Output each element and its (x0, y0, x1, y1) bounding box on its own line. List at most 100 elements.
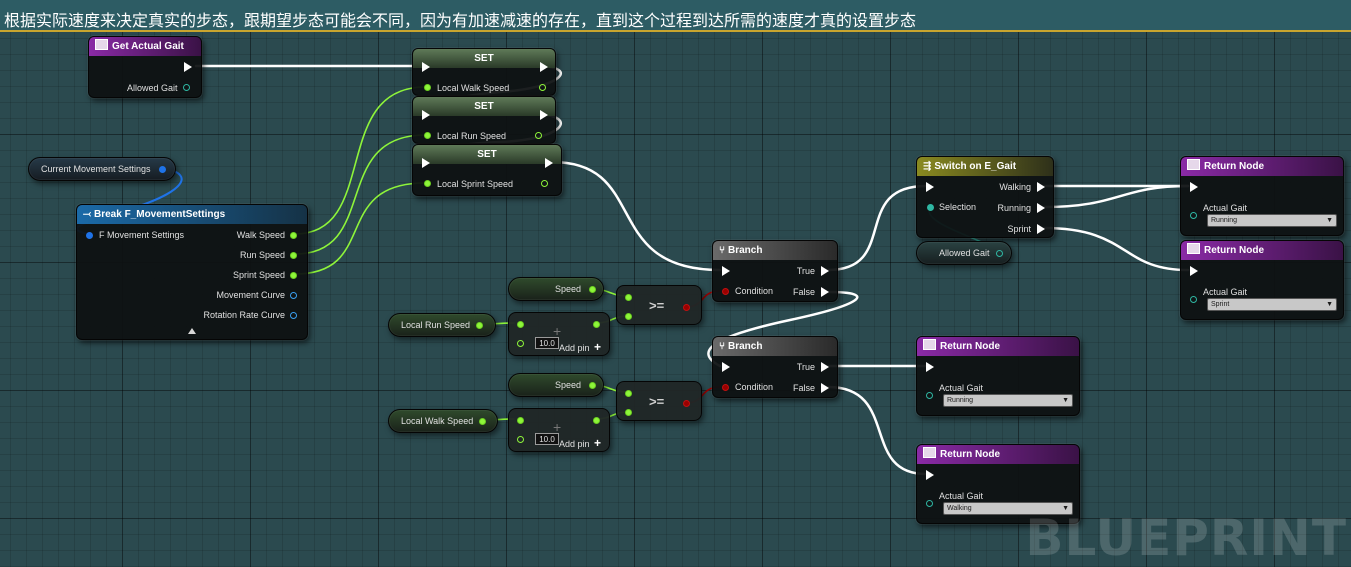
add-pin-plus-icon[interactable]: + (594, 340, 601, 354)
return-node-1[interactable]: Return Node Actual Gait Running ▼ (1180, 156, 1344, 236)
actual-gait-pin[interactable] (926, 392, 933, 399)
add-node-2[interactable]: 10.0 + Add pin + (508, 408, 610, 452)
add-pin-label[interactable]: Add pin (559, 343, 590, 353)
add-a-pin[interactable] (517, 417, 524, 424)
run-speed-pin[interactable] (290, 252, 297, 259)
set-run-speed-node[interactable]: SET Local Run Speed (412, 96, 556, 144)
sprint-label: Sprint (1007, 224, 1031, 234)
speed-variable-1[interactable]: Speed (508, 277, 604, 301)
function-icon (95, 39, 108, 50)
exec-in-pin[interactable] (1190, 266, 1198, 276)
compare-a-pin[interactable] (625, 294, 632, 301)
running-exec-pin[interactable] (1037, 203, 1045, 213)
exec-in-pin[interactable] (422, 158, 430, 168)
current-movement-settings-variable[interactable]: Current Movement Settings (28, 157, 176, 181)
current-movement-settings-pin[interactable] (159, 166, 166, 173)
f-movement-settings-in-pin[interactable] (86, 232, 93, 239)
speed-variable-2[interactable]: Speed (508, 373, 604, 397)
condition-label: Condition (735, 382, 774, 392)
add-pin-plus-icon[interactable]: + (594, 436, 601, 450)
local-walk-speed-in-pin[interactable] (424, 84, 431, 91)
rotation-rate-curve-pin[interactable] (290, 312, 297, 319)
add-a-pin[interactable] (517, 321, 524, 328)
exec-in-pin[interactable] (926, 362, 934, 372)
local-run-speed-out-pin[interactable] (535, 132, 542, 139)
local-sprint-speed-out-pin[interactable] (541, 180, 548, 187)
compare-a-pin[interactable] (625, 390, 632, 397)
local-run-speed-variable[interactable]: Local Run Speed (388, 313, 496, 337)
set-sprint-speed-node[interactable]: SET Local Sprint Speed (412, 144, 562, 196)
exec-in-pin[interactable] (422, 62, 430, 72)
compare-b-pin[interactable] (625, 313, 632, 320)
exec-out-pin[interactable] (540, 110, 548, 120)
rotation-rate-curve-label: Rotation Rate Curve (203, 310, 285, 320)
actual-gait-pin[interactable] (926, 500, 933, 507)
local-walk-speed-variable[interactable]: Local Walk Speed (388, 409, 498, 433)
condition-pin[interactable] (722, 288, 729, 295)
break-movement-settings-node[interactable]: ⤙ Break F_MovementSettings F Movement Set… (76, 204, 308, 340)
sprint-speed-label: Sprint Speed (232, 270, 285, 280)
exec-out-pin[interactable] (184, 62, 192, 72)
actual-gait-dropdown[interactable]: Sprint ▼ (1207, 298, 1337, 311)
speed-pin[interactable] (589, 286, 596, 293)
collapse-arrow-icon[interactable] (188, 328, 196, 334)
allowed-gait-variable[interactable]: Allowed Gait (916, 241, 1012, 265)
exec-in-pin[interactable] (926, 182, 934, 192)
set-walk-speed-node[interactable]: SET Local Walk Speed (412, 48, 556, 96)
compare-result-pin[interactable] (683, 400, 690, 407)
false-exec-pin[interactable] (821, 287, 829, 297)
add-b-pin[interactable] (517, 436, 524, 443)
false-exec-pin[interactable] (821, 383, 829, 393)
switch-on-gait-node[interactable]: ⇶ Switch on E_Gait Selection Walking Runn… (916, 156, 1054, 238)
sprint-exec-pin[interactable] (1037, 224, 1045, 234)
dropdown-value: Walking (947, 505, 972, 512)
exec-out-pin[interactable] (540, 62, 548, 72)
greater-equal-node-2[interactable]: >= (616, 381, 702, 421)
set-header: SET (413, 49, 555, 68)
allowed-gait-var-pin[interactable] (996, 250, 1003, 257)
return-header: Return Node (1181, 157, 1343, 176)
true-exec-pin[interactable] (821, 362, 829, 372)
local-run-speed-var-pin[interactable] (476, 322, 483, 329)
walking-exec-pin[interactable] (1037, 182, 1045, 192)
local-walk-speed-out-pin[interactable] (539, 84, 546, 91)
add-result-pin[interactable] (593, 417, 600, 424)
exec-out-pin[interactable] (545, 158, 553, 168)
greater-equal-node-1[interactable]: >= (616, 285, 702, 325)
true-exec-pin[interactable] (821, 266, 829, 276)
exec-in-pin[interactable] (722, 266, 730, 276)
local-walk-speed-var-pin[interactable] (479, 418, 486, 425)
branch-node-2[interactable]: ⑂ Branch Condition True False (712, 336, 838, 398)
compare-b-pin[interactable] (625, 409, 632, 416)
add-pin-label[interactable]: Add pin (559, 439, 590, 449)
return-node-3[interactable]: Return Node Actual Gait Running ▼ (916, 336, 1080, 416)
local-sprint-speed-in-pin[interactable] (424, 180, 431, 187)
speed-label: Speed (555, 380, 582, 390)
return-node-2[interactable]: Return Node Actual Gait Sprint ▼ (1180, 240, 1344, 320)
speed-pin[interactable] (589, 382, 596, 389)
actual-gait-pin[interactable] (1190, 212, 1197, 219)
allowed-gait-label: Allowed Gait (127, 83, 178, 93)
actual-gait-dropdown[interactable]: Running ▼ (1207, 214, 1337, 227)
local-run-speed-in-pin[interactable] (424, 132, 431, 139)
add-result-pin[interactable] (593, 321, 600, 328)
compare-result-pin[interactable] (683, 304, 690, 311)
sprint-speed-pin[interactable] (290, 272, 297, 279)
add-b-pin[interactable] (517, 340, 524, 347)
exec-in-pin[interactable] (422, 110, 430, 120)
allowed-gait-pin[interactable] (183, 84, 190, 91)
branch-node-1[interactable]: ⑂ Branch Condition True False (712, 240, 838, 302)
get-actual-gait-node[interactable]: Get Actual Gait Allowed Gait (88, 36, 202, 98)
true-label: True (796, 362, 815, 372)
walk-speed-pin[interactable] (290, 232, 297, 239)
add-node-1[interactable]: 10.0 + Add pin + (508, 312, 610, 356)
speed-label: Speed (555, 284, 582, 294)
exec-in-pin[interactable] (722, 362, 730, 372)
actual-gait-pin[interactable] (1190, 296, 1197, 303)
condition-pin[interactable] (722, 384, 729, 391)
actual-gait-dropdown[interactable]: Running ▼ (943, 394, 1073, 407)
exec-in-pin[interactable] (926, 470, 934, 480)
movement-curve-pin[interactable] (290, 292, 297, 299)
exec-in-pin[interactable] (1190, 182, 1198, 192)
selection-pin[interactable] (927, 204, 934, 211)
